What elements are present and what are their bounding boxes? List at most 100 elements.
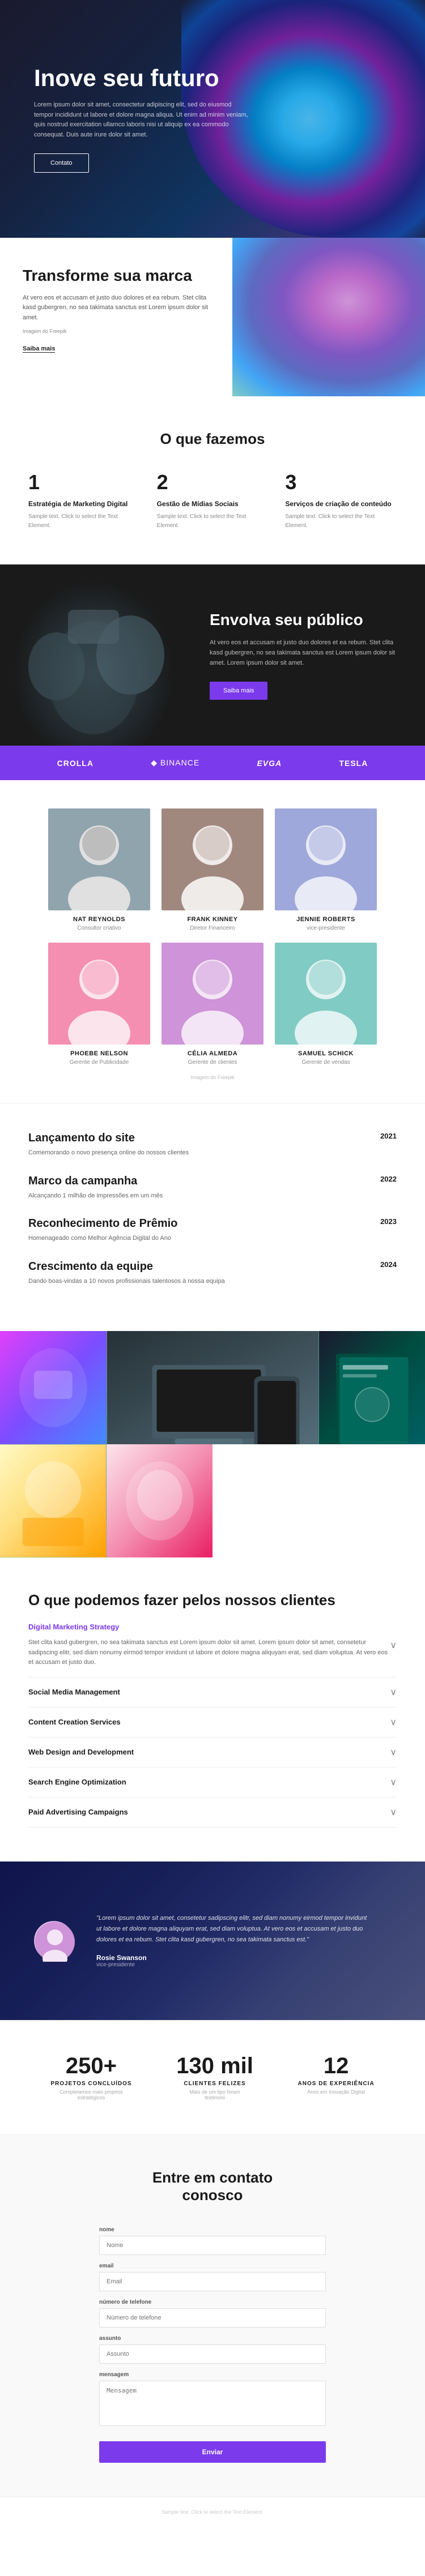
timeline-item-3: Reconhecimento de Prêmio Homenageado com… [28, 1217, 397, 1243]
accordion-item-1[interactable]: Digital Marketing Strategy Stet clita ka… [28, 1614, 397, 1678]
transform-title: Transforme sua marca [23, 266, 210, 285]
gallery-image-2 [107, 1331, 319, 1444]
accordion-title-5: Search Engine Optimization [28, 1778, 126, 1786]
team-role-celia: Gerente de clientes [162, 1059, 264, 1066]
team-name-jennie: JENNIE ROBERTS [275, 916, 377, 923]
stat-item-projects: 250+ PROJETOS CONCLUÍDOS Completamos mai… [50, 2055, 131, 2100]
transform-link[interactable]: Saiba mais [23, 345, 55, 353]
team-photo-celia [162, 943, 264, 1045]
accordion-item-5[interactable]: Search Engine Optimization ∨ [28, 1768, 397, 1798]
accordion-chevron-6: ∨ [390, 1807, 397, 1818]
team-photo-frank [162, 808, 264, 910]
timeline-content-2: Marco da campanha Alcançando 1 milhão de… [28, 1175, 363, 1201]
transform-image-inner [232, 238, 425, 396]
gallery-item-5 [107, 1444, 213, 1557]
team-role-jennie: vice-presidente [275, 925, 377, 931]
transform-right-image [232, 238, 425, 396]
form-label-phone: número de telefone [99, 2299, 326, 2305]
form-group-name: nome [99, 2227, 326, 2255]
hero-content: Inove seu futuro Lorem ipsum dolor sit a… [34, 65, 249, 173]
service-desc-1: Sample text. Click to select the Text El… [28, 512, 140, 530]
service-number-1: 1 [28, 470, 140, 494]
accordion-title-3: Content Creation Services [28, 1718, 121, 1726]
gallery-item-4 [0, 1444, 107, 1557]
gallery-item-2 [107, 1331, 319, 1444]
accordion-chevron-1: ∨ [390, 1640, 397, 1651]
contact-form: nome email número de telefone assunto me… [99, 2227, 326, 2463]
accordion-content-1: Stet clita kasd gubergren, no sea takima… [28, 1631, 390, 1668]
gallery-item-3 [319, 1331, 425, 1444]
timeline-content-1: Lançamento do site Comemorando o novo pr… [28, 1132, 363, 1158]
accordion-item-4[interactable]: Web Design and Development ∨ [28, 1738, 397, 1768]
timeline-content-3: Reconhecimento de Prêmio Homenageado com… [28, 1217, 363, 1243]
brand-binance: ◆ BINANCE [151, 758, 199, 768]
team-member-celia: CÉLIA ALMEDA Gerente de clientes [162, 943, 264, 1066]
engage-description: At vero eos et accusam et justo duo dolo… [210, 638, 402, 668]
form-label-message: mensagem [99, 2372, 326, 2378]
accordion-item-2[interactable]: Social Media Management ∨ [28, 1678, 397, 1708]
stat-desc-clients: Mais de um tipo foram testimoni [181, 2089, 249, 2100]
timeline-desc-1: Comemorando o novo presença online do no… [28, 1148, 363, 1158]
team-avatar-phoebe [48, 943, 150, 1045]
timeline-title-1: Lançamento do site [28, 1132, 363, 1145]
hero-title: Inove seu futuro [34, 65, 249, 91]
team-avatar-samuel [275, 943, 377, 1045]
timeline-item-4: Crescimento da equipe Dando boas-vindas … [28, 1260, 397, 1286]
timeline-section: Lançamento do site Comemorando o novo pr… [0, 1103, 425, 1331]
testimonial-photo [34, 1921, 74, 1961]
form-input-name[interactable] [99, 2236, 326, 2255]
form-group-message: mensagem [99, 2372, 326, 2429]
engage-title: Envolva seu público [210, 610, 402, 630]
team-caption: Imagem do Freepik [28, 1075, 397, 1092]
brands-section: CROLLA ◆ BINANCE EVGA TESLA [0, 746, 425, 780]
service-title-2: Gestão de Mídias Sociais [157, 500, 269, 508]
testimonial-role: vice-presidente [96, 1962, 368, 1968]
service-desc-3: Sample text. Click to select the Text El… [285, 512, 397, 530]
service-title-3: Serviços de criação de conteúdo [285, 500, 397, 508]
service-item-2: 2 Gestão de Mídias Sociais Sample text. … [157, 470, 269, 530]
hero-section: Inove seu futuro Lorem ipsum dolor sit a… [0, 0, 425, 238]
stat-item-years: 12 ANOS DE EXPERIÊNCIA Anos em Inovação … [298, 2055, 375, 2100]
team-member-phoebe: PHOEBE NELSON Gerente de Publicidade [48, 943, 150, 1066]
service-item-1: 1 Estratégia de Marketing Digital Sample… [28, 470, 140, 530]
timeline-item-1: Lançamento do site Comemorando o novo pr… [28, 1132, 397, 1158]
form-input-phone[interactable] [99, 2308, 326, 2327]
team-avatar-frank [162, 808, 264, 910]
service-title-1: Estratégia de Marketing Digital [28, 500, 140, 508]
form-submit-button[interactable]: Enviar [99, 2441, 326, 2463]
timeline-desc-4: Dando boas-vindas a 10 novos profissiona… [28, 1277, 363, 1286]
team-member-samuel: SAMUEL SCHICK Gerente de vendas [275, 943, 377, 1066]
gallery-image-4 [0, 1444, 107, 1557]
transform-left: Transforme sua marca At vero eos et accu… [0, 238, 232, 396]
footer-note: Sample text. Click to select the Text El… [150, 2498, 275, 2526]
accordion-chevron-5: ∨ [390, 1777, 397, 1788]
team-avatar-nat [48, 808, 150, 910]
transform-section: Transforme sua marca At vero eos et accu… [0, 238, 425, 396]
timeline-year-2: 2022 [363, 1175, 397, 1183]
brand-crolla: CROLLA [57, 759, 94, 768]
hero-description: Lorem ipsum dolor sit amet, consectetur … [34, 100, 249, 140]
team-grid: NAT REYNOLDS Consultor criativo FRANK KI… [28, 808, 397, 1066]
form-label-email: email [99, 2263, 326, 2269]
accordion-item-6[interactable]: Paid Advertising Campaigns ∨ [28, 1798, 397, 1828]
form-label-name: nome [99, 2227, 326, 2233]
form-input-email[interactable] [99, 2272, 326, 2291]
accordion-item-3[interactable]: Content Creation Services ∨ [28, 1708, 397, 1738]
service-desc-2: Sample text. Click to select the Text El… [157, 512, 269, 530]
team-section: NAT REYNOLDS Consultor criativo FRANK KI… [0, 780, 425, 1103]
engage-image [0, 564, 187, 746]
form-textarea-message[interactable] [99, 2381, 326, 2426]
stat-item-clients: 130 mil CLIENTES FELIZES Mais de um tipo… [176, 2055, 253, 2100]
engage-cta-button[interactable]: Saiba mais [210, 682, 267, 700]
team-name-phoebe: PHOEBE NELSON [48, 1050, 150, 1057]
timeline-year-4: 2024 [363, 1260, 397, 1269]
team-name-frank: FRANK KINNEY [162, 916, 264, 923]
team-role-frank: Diretor Financeiro [162, 925, 264, 931]
timeline-desc-3: Homenageado como Melhor Agência Digital … [28, 1234, 363, 1243]
hero-cta-button[interactable]: Contato [34, 153, 89, 173]
accordion-title-2: Social Media Management [28, 1688, 120, 1696]
gallery-item-1 [0, 1331, 107, 1444]
engage-image-inner [0, 564, 187, 746]
transform-description: At vero eos et accusam et justo duo dolo… [23, 293, 210, 323]
form-input-subject[interactable] [99, 2344, 326, 2364]
